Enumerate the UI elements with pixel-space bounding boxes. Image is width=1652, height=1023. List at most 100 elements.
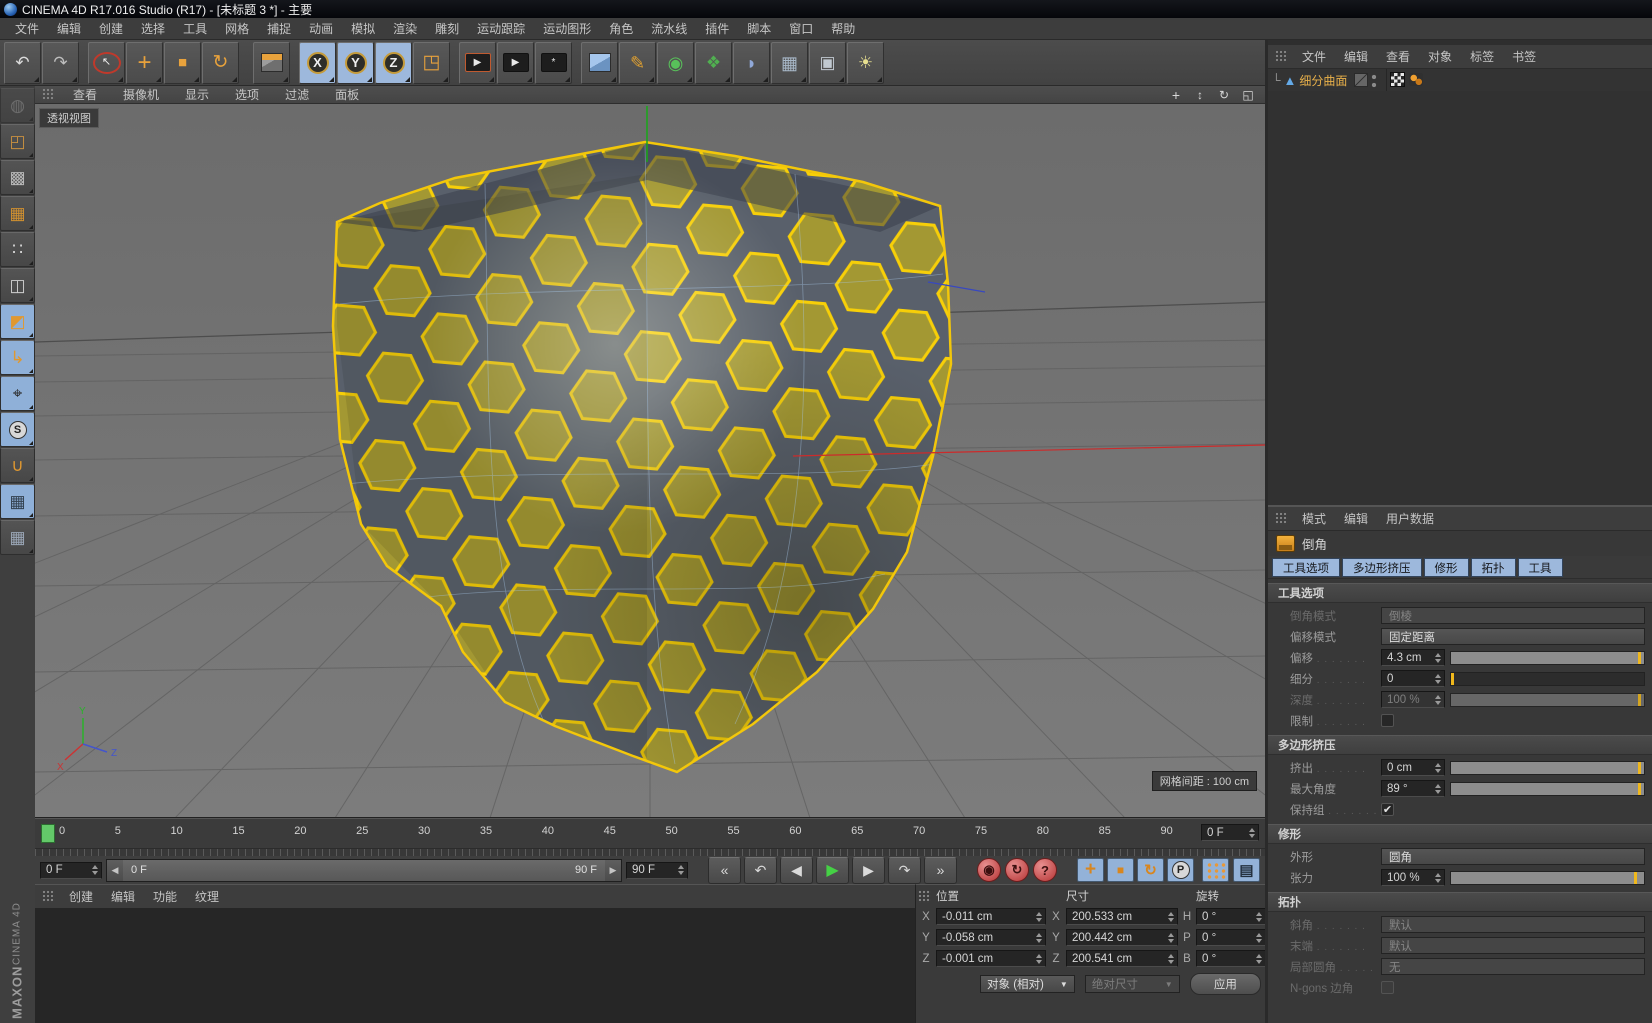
- menu-item-过滤[interactable]: 过滤: [272, 84, 322, 105]
- snap-settings-icon[interactable]: S: [0, 412, 35, 447]
- menu-item-编辑[interactable]: 编辑: [1335, 507, 1377, 530]
- 最大角度-field[interactable]: 89 °: [1381, 780, 1445, 797]
- edges-mode-icon[interactable]: ◫: [0, 268, 35, 303]
- live-selection-icon[interactable]: ↖: [88, 42, 125, 84]
- end-frame-field[interactable]: 90 F: [626, 862, 688, 879]
- stepper-icon[interactable]: [1034, 952, 1043, 966]
- stepper-icon[interactable]: [90, 863, 99, 877]
- coordinate-system-icon[interactable]: ◳: [413, 42, 450, 84]
- lock-x-axis-icon[interactable]: X: [299, 42, 336, 84]
- timeline-window-icon[interactable]: ▤: [1233, 858, 1260, 882]
- stepper-icon[interactable]: [676, 863, 685, 877]
- section-header-工具选项[interactable]: 工具选项: [1268, 583, 1652, 603]
- subdivision-surface-icon[interactable]: ▲: [1284, 74, 1297, 87]
- object-manager-body[interactable]: [1268, 91, 1652, 505]
- visibility-dots-icon[interactable]: [1371, 73, 1377, 88]
- menu-item-模式[interactable]: 模式: [1293, 507, 1335, 530]
- menu-item-帮助[interactable]: 帮助: [822, 17, 864, 40]
- 挤出-field[interactable]: 0 cm: [1381, 759, 1445, 776]
- 最大角度-slider[interactable]: [1450, 782, 1645, 796]
- menu-item-渲染[interactable]: 渲染: [384, 17, 426, 40]
- viewport-canvas[interactable]: Y X Z 透视视图 网格间距 : 100 cm: [35, 104, 1265, 817]
- go-to-end-icon[interactable]: »: [924, 857, 957, 884]
- slider-knob[interactable]: [1638, 762, 1641, 774]
- menu-item-选项[interactable]: 选项: [222, 84, 272, 105]
- record-position-icon[interactable]: +: [1077, 858, 1104, 882]
- 末端-dropdown[interactable]: 默认: [1381, 937, 1645, 954]
- menu-item-雕刻[interactable]: 雕刻: [426, 17, 468, 40]
- menu-item-动画[interactable]: 动画: [300, 17, 342, 40]
- range-start-field[interactable]: 0 F: [40, 862, 102, 879]
- play-icon[interactable]: ▶: [816, 857, 849, 884]
- 斜角-dropdown[interactable]: 默认: [1381, 916, 1645, 933]
- zoom-view-icon[interactable]: ↕: [1189, 87, 1211, 102]
- rotation-P-field[interactable]: 0 °: [1196, 929, 1266, 946]
- 偏移-field[interactable]: 4.3 cm: [1381, 649, 1445, 666]
- record-scale-icon[interactable]: ■: [1107, 858, 1134, 882]
- model-mode-icon[interactable]: ◰: [0, 124, 35, 159]
- previous-frame-icon[interactable]: ◀: [780, 857, 813, 884]
- section-header-多边形挤压[interactable]: 多边形挤压: [1268, 735, 1652, 755]
- add-deformer-icon[interactable]: ◗: [733, 42, 770, 84]
- workplane-snap-icon[interactable]: ▦: [0, 484, 35, 519]
- menu-item-编辑[interactable]: 编辑: [1335, 45, 1377, 68]
- menu-item-文件[interactable]: 文件: [6, 17, 48, 40]
- add-spline-icon[interactable]: ✎: [619, 42, 656, 84]
- stepper-icon[interactable]: [1433, 651, 1442, 665]
- record-pla-icon[interactable]: [1202, 858, 1229, 882]
- stepper-icon[interactable]: [1433, 871, 1442, 885]
- position-Y-field[interactable]: -0.058 cm: [936, 929, 1046, 946]
- stepper-icon[interactable]: [1254, 952, 1263, 966]
- menu-item-模拟[interactable]: 模拟: [342, 17, 384, 40]
- 细分-field[interactable]: 0: [1381, 670, 1445, 687]
- move-tool-icon[interactable]: +: [126, 42, 163, 84]
- panel-grip[interactable]: [42, 88, 55, 101]
- next-key-icon[interactable]: ↷: [888, 857, 921, 884]
- redo-icon[interactable]: ↷: [42, 42, 79, 84]
- menu-item-创建[interactable]: 创建: [90, 17, 132, 40]
- panel-grip[interactable]: [1275, 512, 1288, 525]
- enable-axis-icon[interactable]: ↳: [0, 340, 35, 375]
- tab-修形[interactable]: 修形: [1424, 558, 1469, 577]
- panel-grip[interactable]: [918, 890, 931, 903]
- make-editable-icon[interactable]: ◍: [0, 88, 35, 123]
- menu-item-文件[interactable]: 文件: [1293, 45, 1335, 68]
- menu-item-窗口[interactable]: 窗口: [780, 17, 822, 40]
- slider-knob[interactable]: [1638, 694, 1641, 706]
- next-frame-icon[interactable]: ▶: [852, 857, 885, 884]
- 倒角模式-dropdown[interactable]: 倒棱: [1381, 607, 1645, 624]
- stepper-icon[interactable]: [1433, 693, 1442, 707]
- tab-工具选项[interactable]: 工具选项: [1272, 558, 1340, 577]
- view-label[interactable]: 透视视图: [39, 108, 99, 128]
- phong-tag-icon[interactable]: [1409, 73, 1423, 86]
- menu-item-选择[interactable]: 选择: [132, 17, 174, 40]
- size-Y-field[interactable]: 200.442 cm: [1066, 929, 1178, 946]
- lock-z-axis-icon[interactable]: Z: [375, 42, 412, 84]
- 挤出-slider[interactable]: [1450, 761, 1645, 775]
- menu-item-编辑[interactable]: 编辑: [102, 885, 144, 908]
- size-Z-field[interactable]: 200.541 cm: [1066, 950, 1178, 967]
- menu-item-标签[interactable]: 标签: [1461, 45, 1503, 68]
- points-mode-icon[interactable]: ∷: [0, 232, 35, 267]
- frame-range-slider[interactable]: ◀ 0 F 90 F ▶: [106, 859, 622, 882]
- range-left-arrow-icon[interactable]: ◀: [107, 860, 123, 881]
- panel-grip[interactable]: [1275, 50, 1288, 63]
- lock-y-axis-icon[interactable]: Y: [337, 42, 374, 84]
- stepper-icon[interactable]: [1034, 931, 1043, 945]
- menu-item-查看[interactable]: 查看: [1377, 45, 1419, 68]
- 偏移模式-dropdown[interactable]: 固定距离: [1381, 628, 1645, 645]
- texture-mode-icon[interactable]: ▩: [0, 160, 35, 195]
- stepper-icon[interactable]: [1166, 931, 1175, 945]
- tab-工具[interactable]: 工具: [1518, 558, 1563, 577]
- menu-item-摄像机[interactable]: 摄像机: [110, 84, 172, 105]
- current-frame-field[interactable]: 0 F: [1201, 824, 1259, 841]
- record-rotation-icon[interactable]: ↻: [1137, 858, 1164, 882]
- 张力-field[interactable]: 100 %: [1381, 869, 1445, 886]
- lock-workplane-icon[interactable]: ▦: [0, 520, 35, 555]
- render-picture-viewer-icon[interactable]: ▶: [497, 42, 534, 84]
- add-array-icon[interactable]: ❖: [695, 42, 732, 84]
- playhead[interactable]: [41, 824, 55, 843]
- menu-item-角色[interactable]: 角色: [600, 17, 642, 40]
- add-light-icon[interactable]: ☀: [847, 42, 884, 84]
- position-Z-field[interactable]: -0.001 cm: [936, 950, 1046, 967]
